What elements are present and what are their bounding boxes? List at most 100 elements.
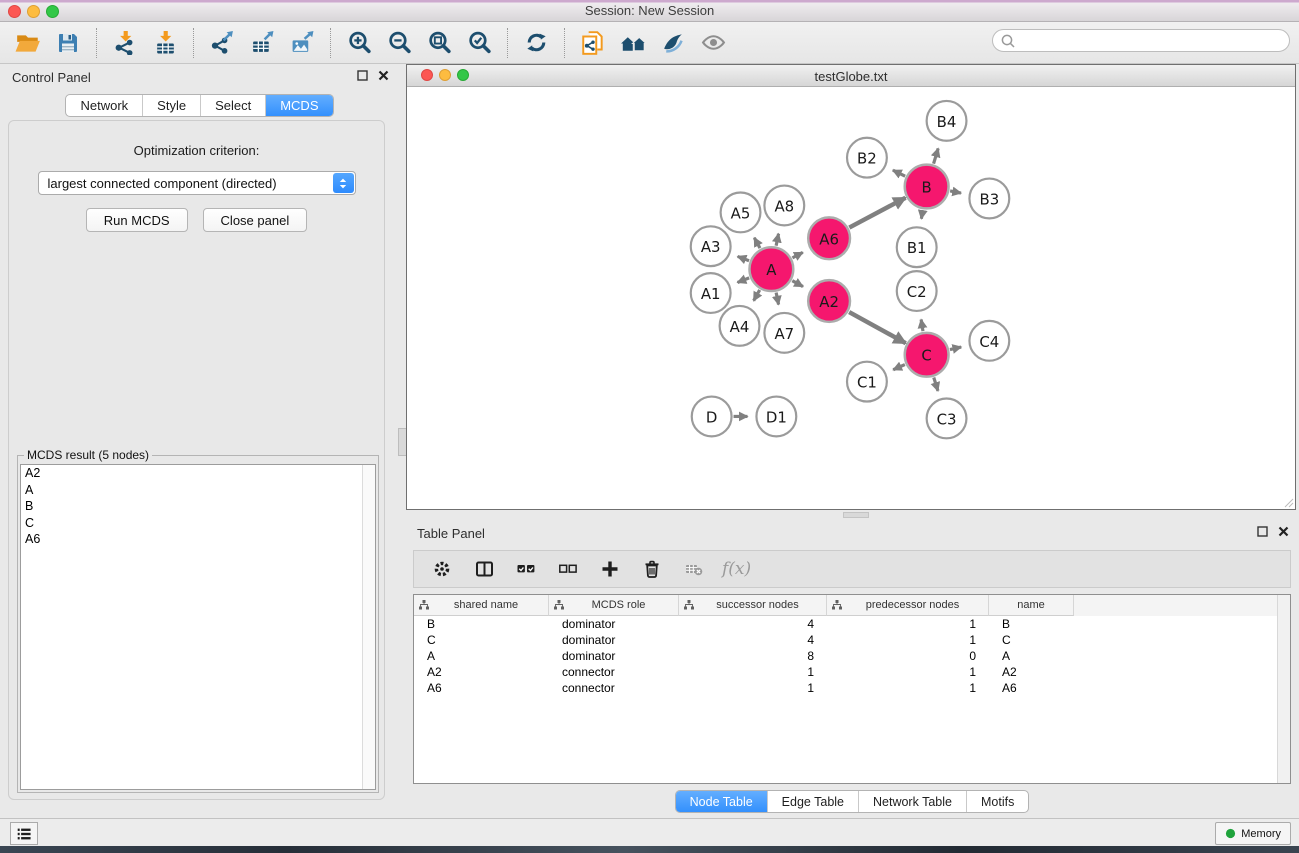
graph-edge-B-B2[interactable]: [893, 170, 905, 176]
table-tab-edge-table[interactable]: Edge Table: [767, 791, 858, 812]
export-table-button[interactable]: [242, 26, 282, 60]
control-panel: Control Panel NetworkStyleSelectMCDS Opt…: [0, 64, 399, 812]
tab-network[interactable]: Network: [66, 95, 142, 116]
import-network-button[interactable]: [105, 26, 145, 60]
table-scrollbar[interactable]: [1277, 595, 1290, 783]
float-panel-icon[interactable]: [357, 70, 368, 81]
result-item-a6[interactable]: A6: [21, 531, 375, 548]
column-header-predecessor-nodes[interactable]: predecessor nodes: [827, 595, 989, 616]
table-options-button[interactable]: [428, 555, 456, 583]
close-panel-button[interactable]: Close panel: [203, 208, 308, 232]
network-canvas[interactable]: B4B2BB3A5A8A6A3B1AA1C2A2A4A7C4CC1C3DD1: [407, 87, 1295, 509]
table-row[interactable]: Cdominator41C: [414, 632, 1290, 648]
export-network-button[interactable]: [202, 26, 242, 60]
graph-edge-A-A8[interactable]: [776, 234, 778, 246]
column-header-name[interactable]: name: [989, 595, 1074, 616]
zoom-in-button[interactable]: [339, 26, 379, 60]
close-panel-icon[interactable]: [1278, 526, 1289, 537]
graph-edge-A-A1[interactable]: [738, 278, 750, 283]
import-table-button[interactable]: [145, 26, 185, 60]
control-panel-title: Control Panel: [12, 70, 91, 85]
search-field[interactable]: [1020, 34, 1270, 48]
graph-edge-B-B4[interactable]: [934, 148, 939, 163]
float-panel-icon[interactable]: [1257, 526, 1268, 537]
zoom-selected-button[interactable]: [459, 26, 499, 60]
result-item-a2[interactable]: A2: [21, 465, 375, 482]
graph-edge-B-B3[interactable]: [950, 191, 961, 193]
table-panel-title: Table Panel: [417, 526, 485, 541]
graph-edge-C-C1[interactable]: [893, 365, 905, 370]
horizontal-splitter-handle[interactable]: [843, 512, 869, 518]
hide-graphics-details-icon: [660, 30, 686, 55]
cell-name: B: [989, 616, 1074, 632]
graph-edge-A-A4[interactable]: [754, 290, 760, 301]
graph-edge-C-C4[interactable]: [950, 347, 961, 349]
export-image-icon: [290, 30, 315, 55]
table-tab-network-table[interactable]: Network Table: [858, 791, 966, 812]
graph-node-label-B4: B4: [937, 113, 957, 131]
search-input[interactable]: [992, 29, 1290, 52]
network-column-icon: [684, 600, 694, 610]
deselect-all-button[interactable]: [554, 555, 582, 583]
task-history-button[interactable]: [10, 822, 38, 845]
select-all-button[interactable]: [512, 555, 540, 583]
network-graph[interactable]: B4B2BB3A5A8A6A3B1AA1C2A2A4A7C4CC1C3DD1: [407, 87, 1295, 509]
table-row[interactable]: A2connector11A2: [414, 664, 1290, 680]
result-item-c[interactable]: C: [21, 515, 375, 532]
graph-edge-A-A3[interactable]: [738, 256, 749, 260]
result-item-a[interactable]: A: [21, 482, 375, 499]
graph-edge-A-A6[interactable]: [792, 252, 802, 258]
graph-edge-C-C2[interactable]: [921, 320, 923, 332]
tab-select[interactable]: Select: [200, 95, 265, 116]
resize-grip-icon[interactable]: [1282, 496, 1294, 508]
table-row[interactable]: Bdominator41B: [414, 616, 1290, 632]
table-row[interactable]: Adominator80A: [414, 648, 1290, 664]
trash-icon: [642, 559, 662, 579]
delete-table-button[interactable]: [680, 555, 708, 583]
graph-edge-A-A2[interactable]: [792, 281, 803, 287]
save-button[interactable]: [48, 26, 88, 60]
graph-edge-A-A5[interactable]: [754, 238, 760, 248]
up-down-chevrons-icon: [337, 177, 349, 190]
result-item-b[interactable]: B: [21, 498, 375, 515]
cell-name: C: [989, 632, 1074, 648]
home-button[interactable]: [613, 26, 653, 60]
close-panel-icon[interactable]: [378, 70, 389, 81]
column-header-shared-name[interactable]: shared name: [414, 595, 549, 616]
table-tab-motifs[interactable]: Motifs: [966, 791, 1028, 812]
graph-edge-A-A7[interactable]: [776, 293, 778, 305]
add-row-button[interactable]: [596, 555, 624, 583]
open-button[interactable]: [8, 26, 48, 60]
column-header-successor-nodes[interactable]: successor nodes: [679, 595, 827, 616]
network-window-titlebar[interactable]: testGlobe.txt: [407, 65, 1295, 87]
refresh-button[interactable]: [516, 26, 556, 60]
duplicate-network-button[interactable]: [573, 26, 613, 60]
optimization-criterion-dropdown[interactable]: largest connected component (directed): [38, 171, 356, 195]
cell-name: A2: [989, 664, 1074, 680]
table-row[interactable]: A6connector11A6: [414, 680, 1290, 696]
tab-style[interactable]: Style: [142, 95, 200, 116]
graph-edge-A6-B[interactable]: [849, 198, 905, 228]
search-icon: [1000, 33, 1016, 49]
export-image-button[interactable]: [282, 26, 322, 60]
cell-successor-nodes: 8: [679, 648, 827, 664]
cell-mcds-role: dominator: [549, 632, 679, 648]
hide-graphics-details-button[interactable]: [653, 26, 693, 60]
result-scrollbar[interactable]: [362, 465, 375, 789]
tab-mcds[interactable]: MCDS: [265, 95, 332, 116]
table-tab-node-table[interactable]: Node Table: [676, 791, 767, 812]
zoom-fit-button[interactable]: [419, 26, 459, 60]
zoom-out-button[interactable]: [379, 26, 419, 60]
show-columns-button[interactable]: [470, 555, 498, 583]
graph-node-label-A8: A8: [774, 197, 794, 215]
mcds-result-list[interactable]: A2ABCA6: [20, 464, 376, 790]
function-builder-button[interactable]: f(x): [722, 555, 751, 583]
delete-row-button[interactable]: [638, 555, 666, 583]
show-graphics-details-button[interactable]: [693, 26, 733, 60]
graph-edge-A2-C[interactable]: [849, 312, 906, 343]
graph-edge-B-B1[interactable]: [921, 210, 922, 219]
run-mcds-button[interactable]: Run MCDS: [86, 208, 188, 232]
memory-button[interactable]: Memory: [1215, 822, 1291, 845]
graph-edge-C-C3[interactable]: [934, 378, 938, 391]
column-header-mcds-role[interactable]: MCDS role: [549, 595, 679, 616]
